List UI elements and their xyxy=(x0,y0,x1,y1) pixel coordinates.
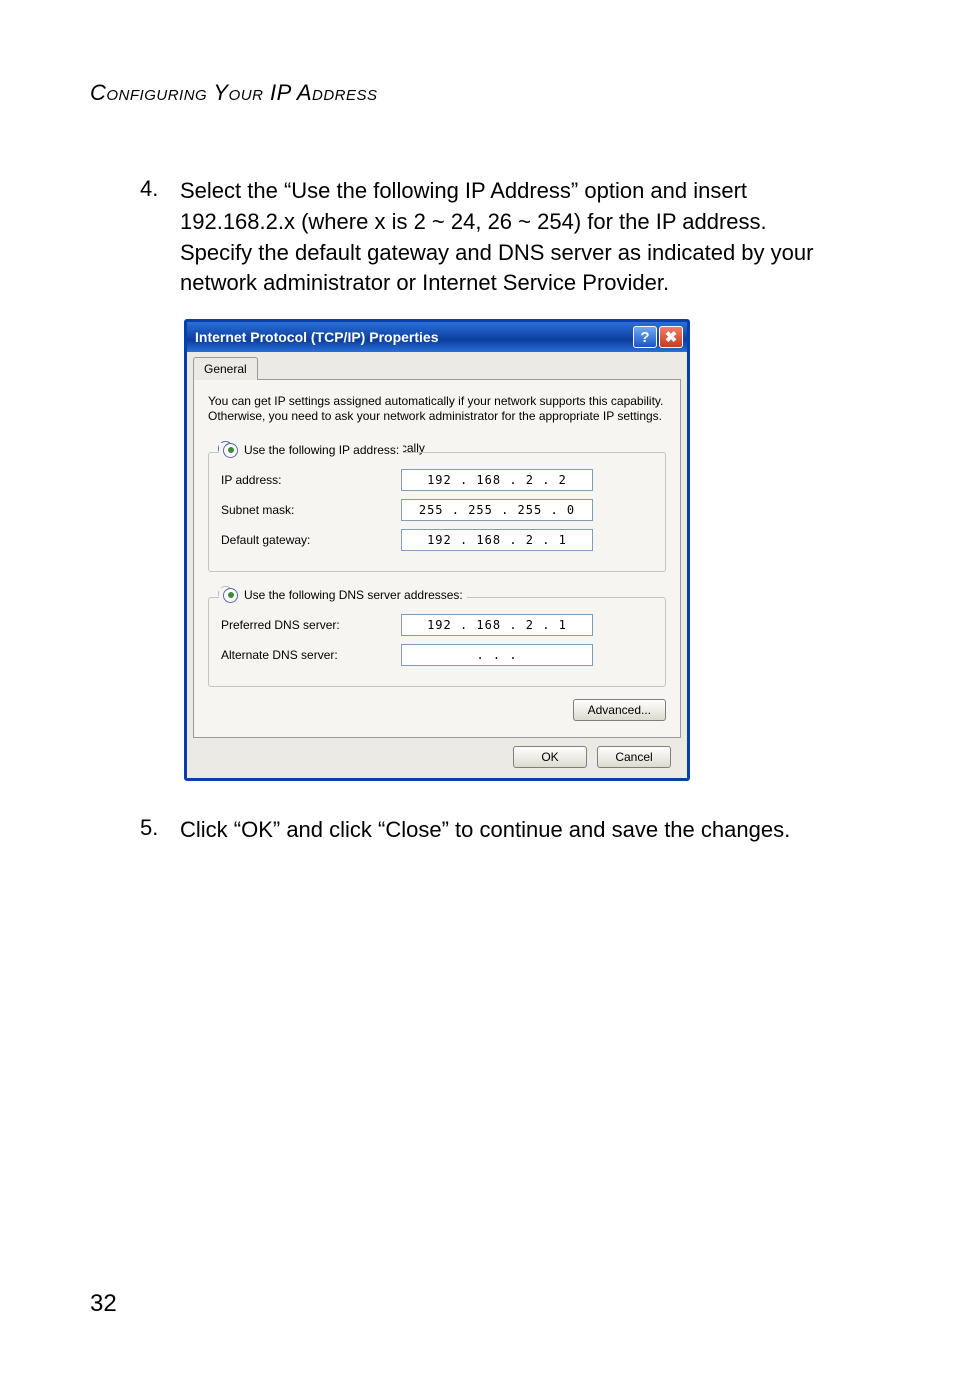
cancel-button[interactable]: Cancel xyxy=(597,746,671,768)
ip-address-group: Use the following IP address: IP address… xyxy=(208,452,666,572)
radio-checked-icon[interactable] xyxy=(223,443,238,458)
dialog-title: Internet Protocol (TCP/IP) Properties xyxy=(195,329,438,345)
help-icon[interactable]: ? xyxy=(633,326,657,348)
alternate-dns-label: Alternate DNS server: xyxy=(221,648,401,662)
radio-checked-icon[interactable] xyxy=(223,588,238,603)
dialog-titlebar: Internet Protocol (TCP/IP) Properties ? … xyxy=(187,322,687,352)
tab-general[interactable]: General xyxy=(193,357,258,380)
step-4-body: Select the “Use the following IP Address… xyxy=(180,176,820,299)
radio-use-following-dns-label: Use the following DNS server addresses: xyxy=(244,588,463,602)
step-5-number: 5. xyxy=(140,815,180,846)
advanced-button[interactable]: Advanced... xyxy=(573,699,666,721)
default-gateway-input[interactable]: 192 . 168 . 2 . 1 xyxy=(401,529,593,551)
close-icon[interactable]: ✖ xyxy=(659,326,683,348)
step-4: 4. Select the “Use the following IP Addr… xyxy=(140,176,864,299)
subnet-mask-input[interactable]: 255 . 255 . 255 . 0 xyxy=(401,499,593,521)
tcpip-properties-dialog: Internet Protocol (TCP/IP) Properties ? … xyxy=(184,319,690,781)
ip-address-input[interactable]: 192 . 168 . 2 . 2 xyxy=(401,469,593,491)
dialog-screenshot: Internet Protocol (TCP/IP) Properties ? … xyxy=(184,319,864,781)
step-5: 5. Click “OK” and click “Close” to conti… xyxy=(140,815,864,846)
dialog-info-text: You can get IP settings assigned automat… xyxy=(208,394,666,423)
subnet-mask-label: Subnet mask: xyxy=(221,503,401,517)
default-gateway-label: Default gateway: xyxy=(221,533,401,547)
step-5-body: Click “OK” and click “Close” to continue… xyxy=(180,815,790,846)
ip-address-label: IP address: xyxy=(221,473,401,487)
alternate-dns-input[interactable]: . . . xyxy=(401,644,593,666)
page-number: 32 xyxy=(90,1290,117,1318)
radio-use-following-ip-label: Use the following IP address: xyxy=(244,443,399,457)
preferred-dns-label: Preferred DNS server: xyxy=(221,618,401,632)
step-4-number: 4. xyxy=(140,176,180,299)
running-header: Configuring Your IP Address xyxy=(90,80,864,106)
preferred-dns-input[interactable]: 192 . 168 . 2 . 1 xyxy=(401,614,593,636)
ok-button[interactable]: OK xyxy=(513,746,587,768)
dns-address-group: Use the following DNS server addresses: … xyxy=(208,597,666,687)
